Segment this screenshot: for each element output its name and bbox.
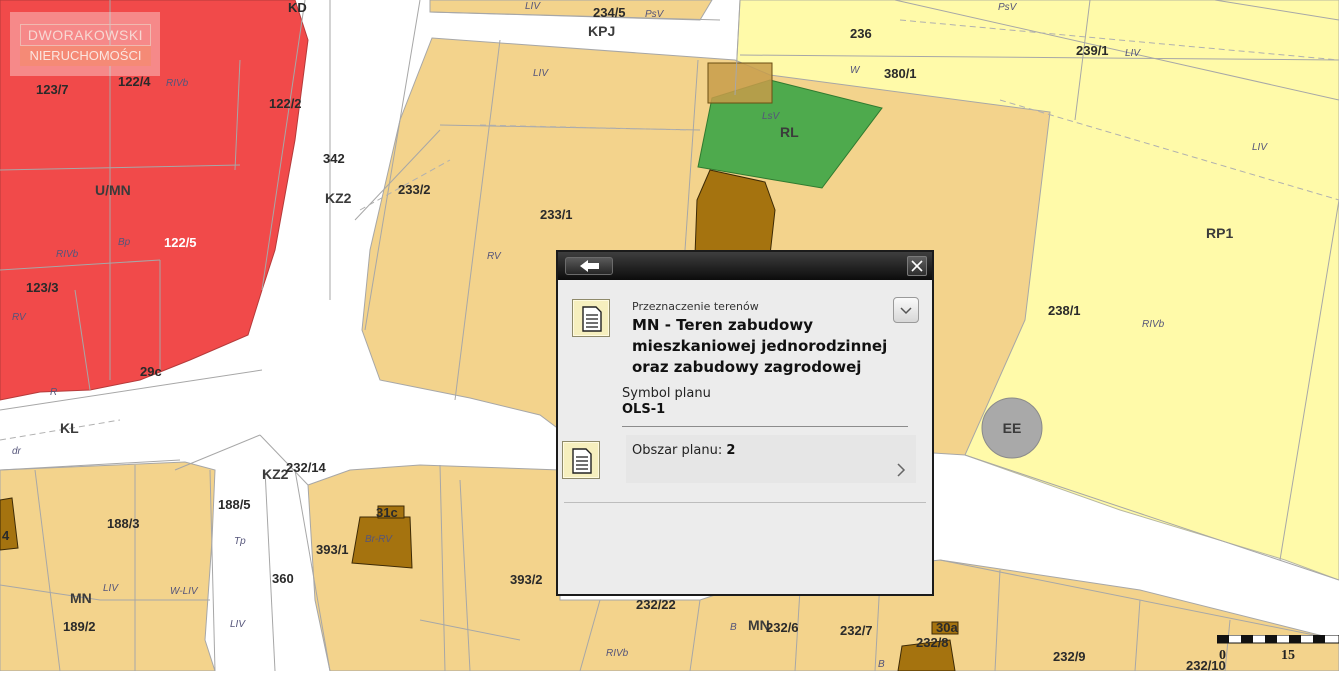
label-soil: LsV [762, 111, 781, 122]
close-button[interactable] [907, 256, 927, 276]
area-row-text: Obszar planu: 2 [632, 443, 735, 458]
label-soil: dr [12, 446, 22, 457]
label-soil: R [50, 387, 57, 398]
label-parcel: 122/5 [164, 235, 197, 250]
label-soil: LIV [230, 619, 246, 630]
arrow-left-icon [580, 260, 599, 272]
document-button[interactable] [572, 299, 610, 337]
label-kl: KL [60, 420, 79, 436]
label-parcel: 29c [140, 364, 162, 379]
label-soil: LIV [1125, 48, 1141, 59]
label-parcel: 232/6 [766, 620, 799, 635]
label-soil: PsV [645, 9, 665, 20]
label-parcel: 232/22 [636, 597, 676, 612]
label-parcel: 232/7 [840, 623, 873, 638]
label-kpj: KPJ [588, 23, 615, 39]
back-button[interactable] [565, 257, 613, 275]
label-parcel: 122/4 [118, 74, 151, 89]
divider [564, 502, 926, 503]
chevron-down-icon [900, 307, 912, 315]
label-soil: RIVb [606, 648, 629, 659]
zone-mn-bl [0, 461, 216, 672]
label-parcel: 239/1 [1076, 43, 1109, 58]
document-button[interactable] [562, 441, 600, 479]
label-soil: LIV [1252, 142, 1268, 153]
label-soil: RV [487, 251, 502, 262]
label-parcel: 233/1 [540, 207, 573, 222]
scale-start: 0 [1219, 648, 1226, 663]
chevron-right-icon[interactable] [895, 462, 907, 482]
label-soil: Tp [234, 536, 246, 547]
label-parcel: 234/5 [593, 5, 626, 20]
label-mn: MN [70, 590, 92, 606]
label-ee: EE [1003, 420, 1022, 436]
label-soil: RV [12, 312, 27, 323]
label-rp1: RP1 [1206, 225, 1233, 241]
label-parcel: 393/1 [316, 542, 349, 557]
label-parcel: 342 [323, 151, 345, 166]
label-parcel: 31c [376, 505, 398, 520]
label-parcel: 380/1 [884, 66, 917, 81]
label-parcel: 188/5 [218, 497, 251, 512]
label-umn: U/MN [95, 182, 131, 198]
label-soil: B [730, 622, 737, 633]
label-parcel: 238/1 [1048, 303, 1081, 318]
label-parcel: 232/14 [286, 460, 327, 475]
label-soil: Bp [118, 237, 131, 248]
area-value: 2 [726, 443, 736, 458]
label-soil: LIV [103, 583, 119, 594]
area-label: Obszar planu: [632, 443, 723, 458]
company-logo: DWORAKOWSKI NIERUCHOMOŚCI [10, 12, 160, 76]
label-soil: RIVb [56, 249, 79, 260]
symbol-value: OLS-1 [622, 402, 666, 417]
label-parcel: 360 [272, 571, 294, 586]
label-soil: B [878, 659, 885, 670]
popup-header [558, 252, 932, 280]
label-parcel: 232/8 [916, 635, 949, 650]
label-soil: RIVb [1142, 319, 1165, 330]
label-parcel: 4 [2, 528, 10, 543]
feature-title: MN - Teren zabudowy mieszkaniowej jednor… [632, 316, 888, 376]
logo-line-1: DWORAKOWSKI [20, 24, 151, 46]
label-soil: PsV [998, 2, 1018, 13]
label-kz2: KZ2 [262, 466, 289, 482]
label-parcel: 236 [850, 26, 872, 41]
symbol-label: Symbol planu [622, 386, 711, 401]
label-parcel: 393/2 [510, 572, 543, 587]
label-soil: W-LIV [170, 586, 199, 597]
label-parcel: 123/7 [36, 82, 69, 97]
label-parcel: 30a [936, 620, 958, 635]
label-soil: LIV [533, 68, 549, 79]
document-icon [582, 306, 602, 332]
building [694, 169, 776, 256]
close-icon [911, 260, 923, 272]
label-soil: RIVb [166, 78, 189, 89]
divider [622, 426, 908, 427]
scale-bar: 0 15 [1216, 634, 1339, 671]
label-rl: RL [780, 124, 799, 140]
label-soil: Br-RV [365, 534, 393, 545]
building [707, 62, 773, 104]
label-soil: LIV [525, 1, 541, 12]
label-parcel: 232/9 [1053, 649, 1086, 664]
label-parcel: 189/2 [63, 619, 96, 634]
label-parcel: 122/2 [269, 96, 302, 111]
label-parcel: 233/2 [398, 182, 431, 197]
scale-end: 15 [1281, 648, 1295, 663]
logo-line-2: NIERUCHOMOŚCI [20, 46, 151, 66]
label-kd: KD [288, 0, 307, 15]
info-popup: Przeznaczenie terenów MN - Teren zabudow… [556, 250, 934, 596]
document-icon [572, 448, 592, 474]
label-kz2: KZ2 [325, 190, 352, 206]
expand-button[interactable] [893, 297, 919, 323]
feature-caption: Przeznaczenie terenów [632, 300, 759, 313]
label-parcel: 188/3 [107, 516, 140, 531]
label-soil: W [850, 65, 861, 76]
label-parcel: 123/3 [26, 280, 59, 295]
